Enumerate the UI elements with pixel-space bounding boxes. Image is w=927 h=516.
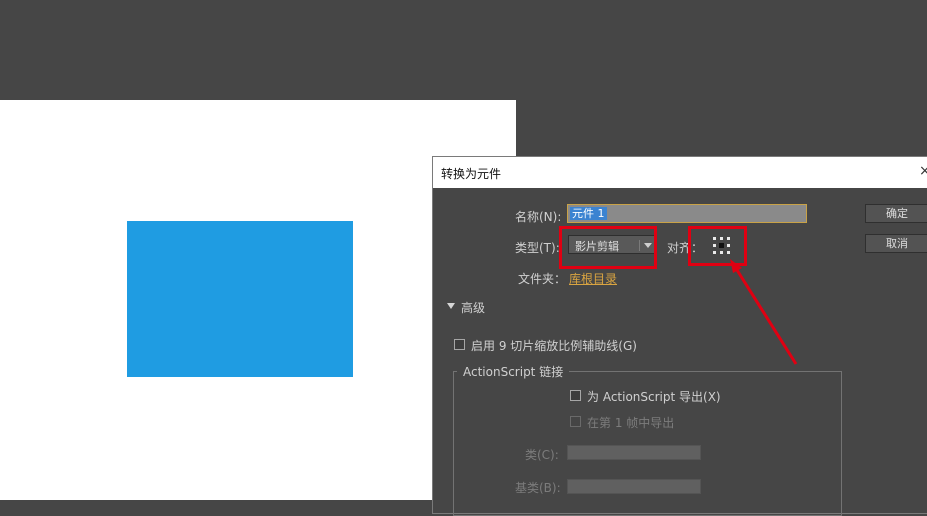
annotation-arrow xyxy=(730,259,798,365)
arrow-head xyxy=(730,259,742,273)
arrow-line xyxy=(735,269,798,365)
